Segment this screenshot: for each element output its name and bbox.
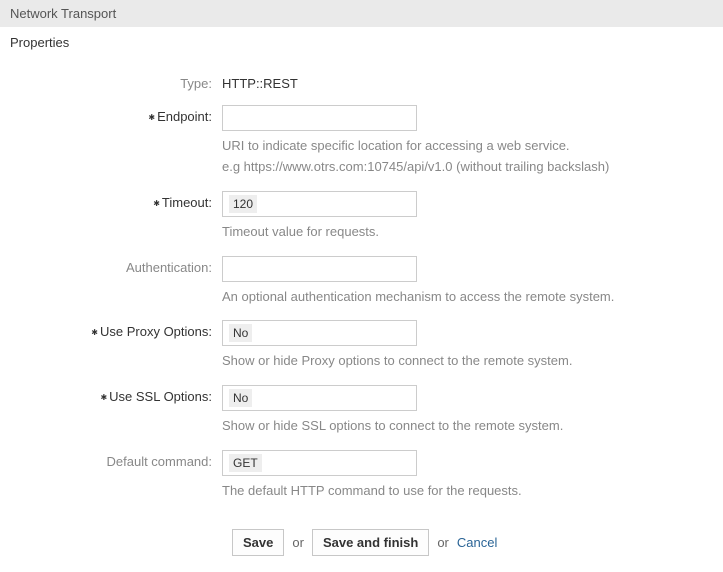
or-text-2: or — [437, 535, 449, 550]
default-command-select[interactable]: GET — [222, 450, 417, 476]
hint-use-proxy: Show or hide Proxy options to connect to… — [222, 352, 713, 371]
label-authentication: Authentication: — [10, 256, 222, 275]
or-text-1: or — [292, 535, 304, 550]
section-title: Properties — [0, 27, 723, 58]
row-use-proxy: Use Proxy Options: No Show or hide Proxy… — [10, 320, 713, 371]
label-use-ssl: Use SSL Options: — [10, 385, 222, 404]
hint-endpoint-2: e.g https://www.otrs.com:10745/api/v1.0 … — [222, 158, 713, 177]
hint-default-command: The default HTTP command to use for the … — [222, 482, 713, 501]
label-timeout: Timeout: — [10, 191, 222, 210]
row-use-ssl: Use SSL Options: No Show or hide SSL opt… — [10, 385, 713, 436]
use-ssl-select[interactable]: No — [222, 385, 417, 411]
label-type: Type: — [10, 72, 222, 91]
default-command-value: GET — [229, 454, 262, 472]
row-type: Type: HTTP::REST — [10, 72, 713, 91]
hint-timeout: Timeout value for requests. — [222, 223, 713, 242]
label-default-command: Default command: — [10, 450, 222, 469]
cancel-link[interactable]: Cancel — [457, 535, 497, 550]
label-endpoint: Endpoint: — [10, 105, 222, 124]
hint-use-ssl: Show or hide SSL options to connect to t… — [222, 417, 713, 436]
row-default-command: Default command: GET The default HTTP co… — [10, 450, 713, 501]
save-button[interactable]: Save — [232, 529, 284, 556]
use-proxy-value: No — [229, 324, 252, 342]
actions: Save or Save and finish or Cancel — [232, 529, 713, 556]
timeout-value: 120 — [229, 195, 257, 213]
panel-title: Network Transport — [10, 6, 116, 21]
panel-header: Network Transport — [0, 0, 723, 27]
hint-authentication: An optional authentication mechanism to … — [222, 288, 713, 307]
timeout-select[interactable]: 120 — [222, 191, 417, 217]
row-timeout: Timeout: 120 Timeout value for requests. — [10, 191, 713, 242]
value-type: HTTP::REST — [222, 72, 713, 91]
use-proxy-select[interactable]: No — [222, 320, 417, 346]
row-endpoint: Endpoint: URI to indicate specific locat… — [10, 105, 713, 177]
save-and-finish-button[interactable]: Save and finish — [312, 529, 429, 556]
hint-endpoint-1: URI to indicate specific location for ac… — [222, 137, 713, 156]
form: Type: HTTP::REST Endpoint: URI to indica… — [0, 72, 723, 572]
endpoint-input[interactable] — [222, 105, 417, 131]
use-ssl-value: No — [229, 389, 252, 407]
section-title-text: Properties — [10, 35, 69, 50]
row-authentication: Authentication: An optional authenticati… — [10, 256, 713, 307]
label-use-proxy: Use Proxy Options: — [10, 320, 222, 339]
authentication-select[interactable] — [222, 256, 417, 282]
